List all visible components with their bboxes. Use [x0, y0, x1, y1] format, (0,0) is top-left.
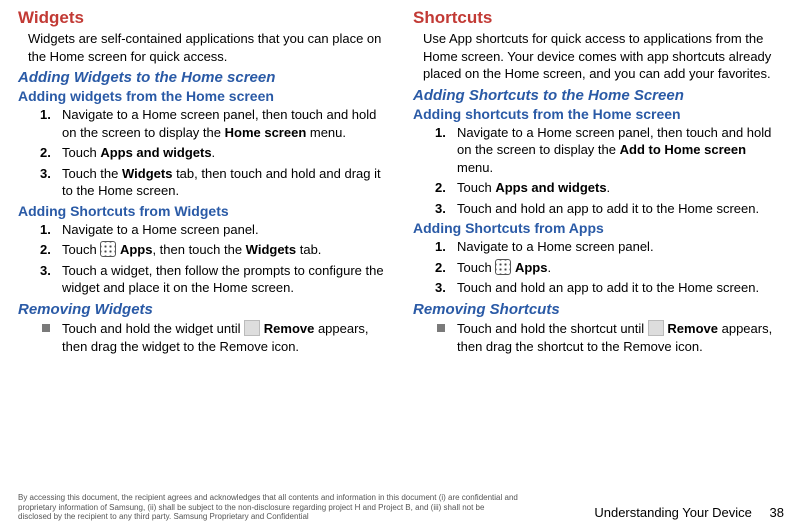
bullet-text: Touch and hold the widget until — [62, 321, 244, 336]
adding-shortcuts-home-heading: Adding shortcuts from the Home screen — [413, 106, 784, 122]
step-bold: Apps — [515, 260, 548, 275]
step-bold: Add to Home screen — [620, 142, 746, 157]
removing-widgets-heading: Removing Widgets — [18, 301, 389, 318]
footer-disclaimer: By accessing this document, the recipien… — [18, 493, 518, 522]
adding-shortcuts-widgets-steps: 1. Navigate to a Home screen panel. 2. T… — [40, 221, 389, 297]
list-item: 2. Touch Apps. — [435, 259, 784, 277]
list-item: 3. Touch a widget, then follow the promp… — [40, 262, 389, 297]
footer-right: Understanding Your Device 38 — [594, 505, 784, 520]
widgets-title: Widgets — [18, 8, 389, 28]
adding-widgets-home-heading: Adding widgets from the Home screen — [18, 88, 389, 104]
step-text: menu. — [306, 125, 346, 140]
bullet-text: Touch and hold the shortcut until — [457, 321, 648, 336]
remove-icon — [648, 320, 664, 336]
list-item: 1. Navigate to a Home screen panel. — [40, 221, 389, 239]
list-item: 2. Touch Apps and widgets. — [435, 179, 784, 197]
step-bold: Apps and widgets — [495, 180, 606, 195]
list-item: 2. Touch Apps and widgets. — [40, 144, 389, 162]
list-item: 1. Navigate to a Home screen panel, then… — [40, 106, 389, 141]
step-text: Touch — [457, 260, 495, 275]
content-columns: Widgets Widgets are self-contained appli… — [18, 8, 784, 355]
step-bold: Widgets — [122, 166, 172, 181]
adding-shortcuts-heading: Adding Shortcuts to the Home Screen — [413, 87, 784, 104]
list-item: 3. Touch the Widgets tab, then touch and… — [40, 165, 389, 200]
step-text: Navigate to a Home screen panel. — [457, 239, 654, 254]
step-bold: Widgets — [246, 242, 296, 257]
footer-section: Understanding Your Device — [594, 505, 752, 520]
shortcuts-intro: Use App shortcuts for quick access to ap… — [423, 30, 784, 83]
right-column: Shortcuts Use App shortcuts for quick ac… — [413, 8, 784, 355]
widgets-intro: Widgets are self-contained applications … — [28, 30, 389, 65]
adding-shortcuts-widgets-heading: Adding Shortcuts from Widgets — [18, 203, 389, 219]
step-text: Navigate to a Home screen panel. — [62, 222, 259, 237]
list-item: 2. Touch Apps, then touch the Widgets ta… — [40, 241, 389, 259]
left-column: Widgets Widgets are self-contained appli… — [18, 8, 389, 355]
step-text: tab. — [296, 242, 321, 257]
list-item: 1. Navigate to a Home screen panel. — [435, 238, 784, 256]
step-text: Touch a widget, then follow the prompts … — [62, 263, 384, 296]
list-item: 1. Navigate to a Home screen panel, then… — [435, 124, 784, 177]
list-item: 3. Touch and hold an app to add it to th… — [435, 200, 784, 218]
step-text: Touch — [62, 145, 100, 160]
apps-icon — [100, 241, 116, 257]
step-text: menu. — [457, 160, 493, 175]
step-text: . — [607, 180, 611, 195]
bullet-bold: Remove — [264, 321, 315, 336]
bullet-bold: Remove — [667, 321, 718, 336]
removing-shortcuts-heading: Removing Shortcuts — [413, 301, 784, 318]
step-text: Touch — [62, 242, 100, 257]
adding-shortcuts-apps-heading: Adding Shortcuts from Apps — [413, 220, 784, 236]
adding-shortcuts-home-steps: 1. Navigate to a Home screen panel, then… — [435, 124, 784, 218]
removing-widgets-bullet: Touch and hold the widget until Remove a… — [40, 320, 389, 355]
step-text: Touch — [457, 180, 495, 195]
step-bold: Apps and widgets — [100, 145, 211, 160]
adding-widgets-heading: Adding Widgets to the Home screen — [18, 69, 389, 86]
removing-shortcuts-bullet: Touch and hold the shortcut until Remove… — [435, 320, 784, 355]
list-item: 3. Touch and hold an app to add it to th… — [435, 279, 784, 297]
step-text: . — [547, 260, 551, 275]
step-text: Touch and hold an app to add it to the H… — [457, 201, 759, 216]
step-bold: Apps — [120, 242, 153, 257]
remove-icon — [244, 320, 260, 336]
step-bold: Home screen — [225, 125, 307, 140]
step-text: Touch and hold an app to add it to the H… — [457, 280, 759, 295]
adding-shortcuts-apps-steps: 1. Navigate to a Home screen panel. 2. T… — [435, 238, 784, 297]
page-number: 38 — [770, 505, 784, 520]
step-text: Touch the — [62, 166, 122, 181]
adding-widgets-home-steps: 1. Navigate to a Home screen panel, then… — [40, 106, 389, 200]
step-text: . — [212, 145, 216, 160]
apps-icon — [495, 259, 511, 275]
shortcuts-title: Shortcuts — [413, 8, 784, 28]
step-text: , then touch the — [152, 242, 245, 257]
